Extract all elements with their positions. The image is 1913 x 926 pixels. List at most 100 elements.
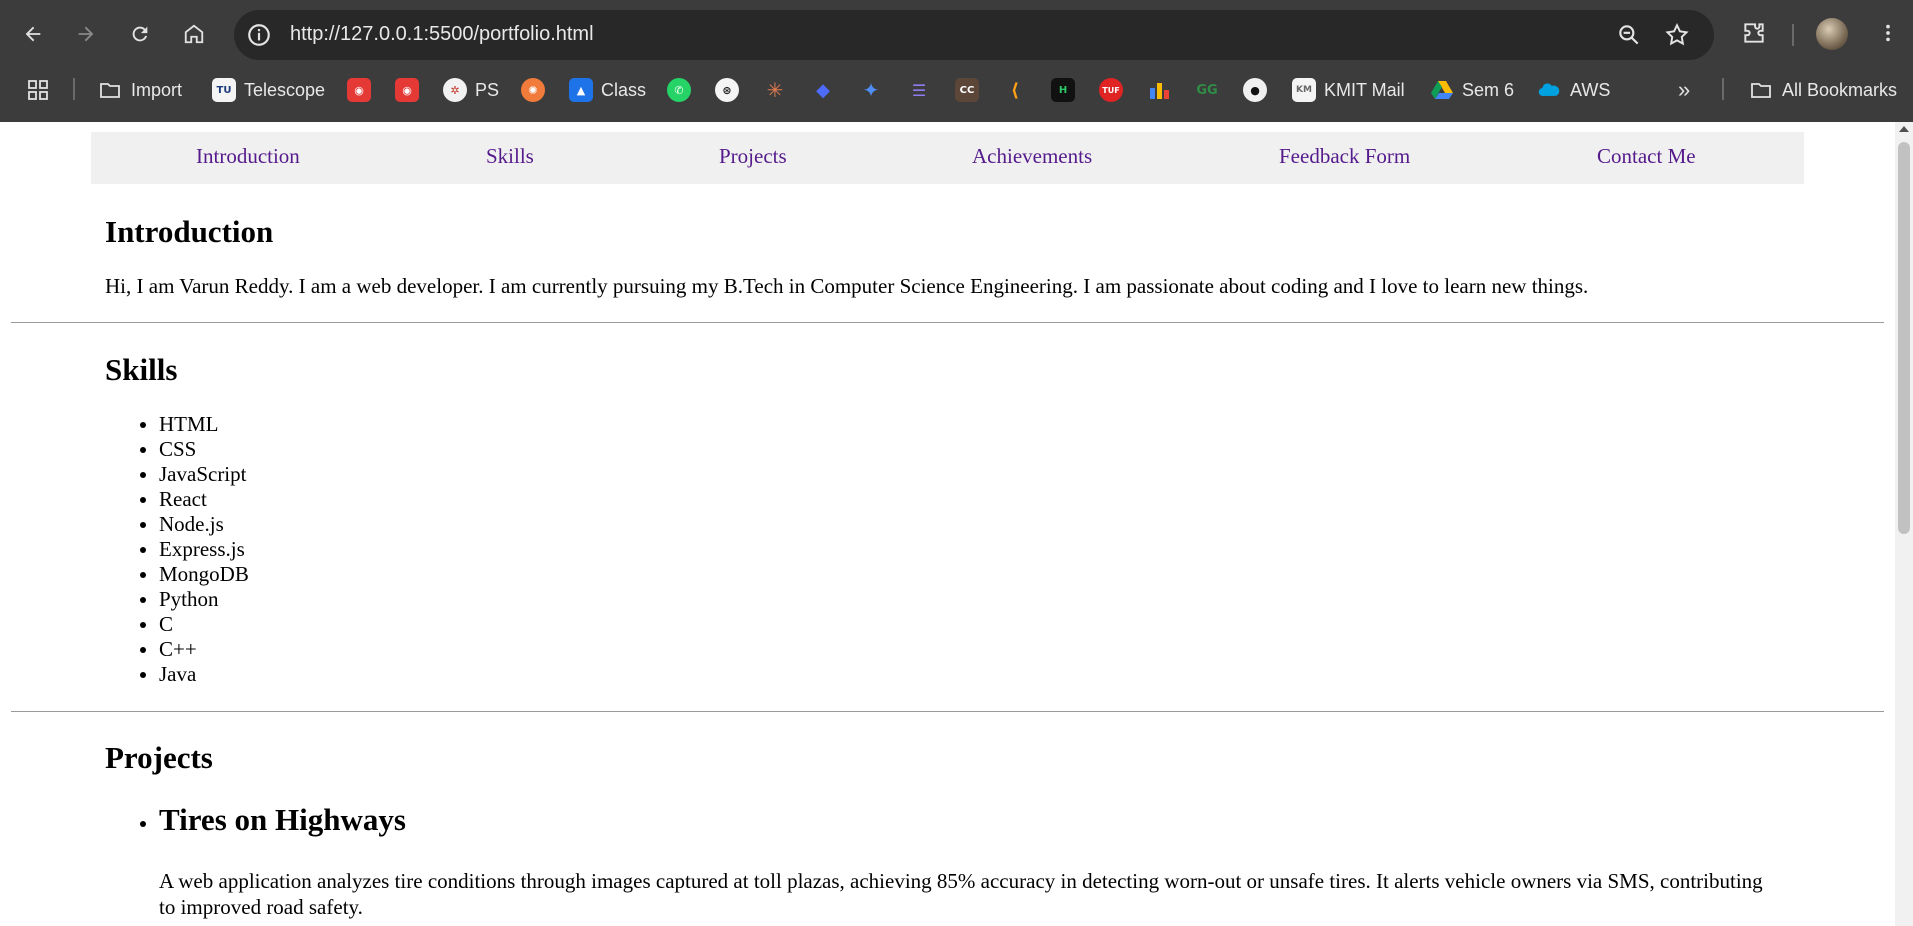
bookmark-red-eye-1[interactable]: ◉ [347,76,371,104]
skills-list: HTML CSS JavaScript React Node.js Expres… [105,412,249,687]
kmit-icon: KM [1292,78,1316,102]
introduction-text: Hi, I am Varun Reddy. I am a web develop… [105,274,1589,298]
nav-link-projects[interactable]: Projects [719,144,787,169]
drive-icon [1431,81,1453,99]
projects-list: Tires on Highways [105,802,1859,838]
bookmark-sem6[interactable]: Sem 6 [1430,76,1514,104]
nav-link-introduction[interactable]: Introduction [196,144,300,169]
bookmarks-bar: Import TU Telescope ◉ ◉ ✲ PS ✺ ▲ Class ✆… [0,70,1913,110]
bookmark-deepseek[interactable]: ◆ [811,76,835,104]
zoom-icon[interactable] [1616,22,1642,48]
bookmark-whatsapp[interactable]: ✆ [667,76,691,104]
list-item: CSS [159,437,249,462]
page-viewport: Introduction Skills Projects Achievement… [0,122,1895,926]
bookmark-chatgpt[interactable]: ⊛ [715,76,739,104]
reload-button[interactable] [122,16,158,52]
red-eye-icon: ◉ [395,78,419,102]
double-chevron-right-icon: » [1678,77,1691,102]
profile-avatar[interactable] [1816,18,1848,50]
site-info-icon[interactable] [246,22,272,48]
nav-link-contact-me[interactable]: Contact Me [1597,144,1696,169]
arrow-right-icon [78,26,94,42]
bookmark-github[interactable]: ● [1243,76,1267,104]
list-item: Node.js [159,512,249,537]
bookmark-label: Import [131,79,183,100]
browser-toolbar: http://127.0.0.1:5500/portfolio.html [0,0,1913,70]
home-button[interactable] [176,16,212,52]
nav-link-feedback-form[interactable]: Feedback Form [1279,144,1410,169]
list-item: Python [159,587,249,612]
tuf-icon: TUF [1099,78,1123,102]
ps-icon: ✲ [443,78,467,102]
nav-link-skills[interactable]: Skills [486,144,534,169]
scrollbar-thumb[interactable] [1898,142,1910,534]
bookmark-ps[interactable]: ✲ PS [443,76,499,104]
forward-button[interactable] [68,16,104,52]
folder-icon [1751,83,1771,98]
apps-grid-icon [28,80,48,100]
list-item: JavaScript [159,462,249,487]
geeksforgeeks-icon: GG [1196,82,1218,98]
kebab-menu-icon [1886,24,1890,42]
project-item: Tires on Highways [159,802,1859,838]
all-bookmarks-label: All Bookmarks [1782,79,1898,100]
apps-button[interactable] [26,76,50,104]
bookmark-hackerrank[interactable]: H [1051,76,1075,104]
scroll-up-arrow-icon[interactable] [1899,126,1909,132]
bookmark-import[interactable]: Import [97,76,182,104]
hackerrank-icon: H [1051,78,1075,102]
github-icon: ● [1243,78,1267,102]
page-scrollbar[interactable] [1895,122,1913,926]
back-button[interactable] [15,16,51,52]
introduction-heading: Introduction [105,214,274,249]
bookmark-red-eye-2[interactable]: ◉ [395,76,419,104]
bookmark-chart[interactable] [1147,76,1171,104]
arrow-left-icon [25,26,41,42]
claude-icon: ✳ [766,78,784,102]
bar-chart-icon [1150,83,1169,99]
bookmark-leetcode[interactable]: ⟨ [1003,76,1027,104]
bookmark-aws[interactable]: AWS [1536,76,1610,104]
bookmark-label: KMIT Mail [1324,79,1405,100]
bookmarks-overflow-button[interactable]: » [1678,76,1690,104]
folder-icon [100,83,120,98]
list-item: React [159,487,249,512]
whatsapp-icon: ✆ [667,78,691,102]
section-divider [11,711,1884,712]
bookmark-class[interactable]: ▲ Class [569,76,646,104]
list-item: C++ [159,637,249,662]
extensions-button[interactable] [1738,17,1770,49]
address-bar[interactable]: http://127.0.0.1:5500/portfolio.html [234,10,1714,60]
bookmark-star-icon[interactable] [1664,22,1690,48]
codechef-icon: CC [955,78,979,102]
gemini-icon: ✦ [862,78,880,102]
bookmarks-divider [1722,78,1724,100]
bookmark-codechef[interactable]: CC [955,76,979,104]
bookmark-gemini[interactable]: ✦ [859,76,883,104]
bookmark-gemini-code[interactable]: ☰ [907,76,931,104]
url-text[interactable]: http://127.0.0.1:5500/portfolio.html [290,23,594,46]
projects-heading: Projects [105,740,213,775]
list-item: MongoDB [159,562,249,587]
red-eye-icon: ◉ [347,78,371,102]
list-item: HTML [159,412,249,437]
menu-button[interactable] [1872,17,1904,49]
bookmark-telescope[interactable]: TU Telescope [212,76,325,104]
browser-chrome: http://127.0.0.1:5500/portfolio.html Imp… [0,0,1913,122]
bookmark-claude[interactable]: ✳ [763,76,787,104]
orange-brain-icon: ✺ [521,78,545,102]
home-icon [184,24,204,44]
deepseek-icon: ◆ [816,79,830,101]
nav-link-achievements[interactable]: Achievements [972,144,1092,169]
bookmark-tuf[interactable]: TUF [1099,76,1123,104]
reload-icon [132,26,148,42]
telescope-icon: TU [212,78,236,102]
leetcode-icon: ⟨ [1010,79,1020,101]
bookmark-gfg[interactable]: GG [1195,76,1219,104]
project-title: Tires on Highways [159,802,406,837]
bookmark-kmit-mail[interactable]: KM KMIT Mail [1292,76,1405,104]
all-bookmarks-button[interactable]: All Bookmarks [1748,76,1897,104]
bookmark-orange[interactable]: ✺ [521,76,545,104]
bookmark-label: Telescope [244,79,326,100]
salesforce-cloud-icon [1538,83,1560,97]
